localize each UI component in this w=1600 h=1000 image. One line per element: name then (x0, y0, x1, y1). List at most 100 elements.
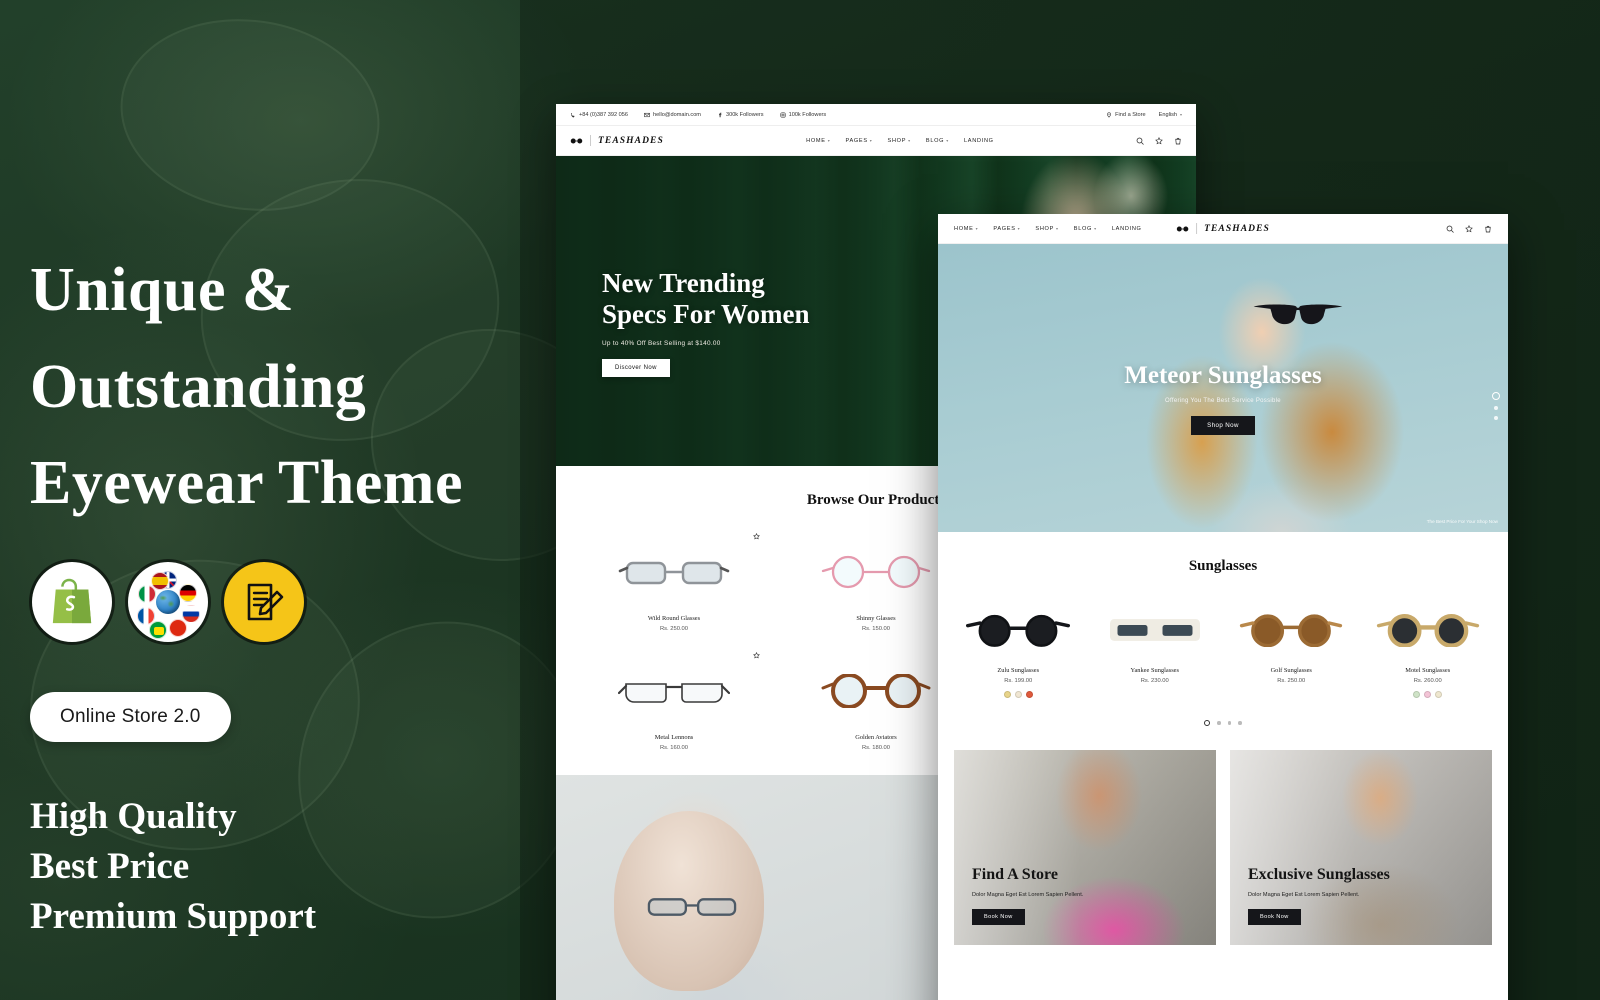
nav-item-pages[interactable]: PAGES ▾ (845, 138, 872, 144)
find-store-text: Find a Store (1115, 111, 1146, 118)
product-card[interactable]: Yankee Sunglasses Rs. 230.00 (1091, 601, 1220, 698)
language-text: English (1158, 111, 1177, 118)
front-nav-icons (1446, 224, 1492, 233)
promo-title: Exclusive Sunglasses (1248, 866, 1390, 883)
slider-dot-active[interactable] (1492, 392, 1500, 400)
carousel-dot[interactable] (1227, 721, 1232, 725)
flag-ru-icon (182, 605, 200, 623)
carousel-dot-active[interactable] (1204, 720, 1211, 726)
star-icon[interactable] (1465, 224, 1473, 233)
color-swatch[interactable] (1413, 691, 1421, 698)
product-image (584, 537, 764, 607)
multilanguage-badge (128, 562, 208, 642)
product-card[interactable]: Motel Sunglasses Rs. 260.00 (1364, 601, 1493, 698)
promo-content: Exclusive Sunglasses Dolor Magna Eget Es… (1248, 866, 1390, 925)
nav-label: HOME (806, 137, 826, 144)
glasses-logo-icon (570, 138, 583, 143)
color-swatch[interactable] (1003, 691, 1011, 698)
product-name: Wild Round Glasses (647, 615, 701, 622)
wishlist-star-icon[interactable] (753, 652, 760, 659)
nav-label: BLOG (925, 137, 945, 144)
instagram-followers[interactable]: 100k Followers (780, 112, 826, 118)
nav-item-blog[interactable]: BLOG ▾ (926, 138, 949, 144)
search-icon[interactable] (1136, 137, 1144, 145)
model-photo-left (556, 775, 939, 1000)
hero-slider-dots[interactable] (1492, 392, 1500, 420)
product-card[interactable]: Zulu Sunglasses Rs. 199.00 (954, 601, 1083, 698)
nav-item-home[interactable]: HOME ▾ (806, 138, 830, 144)
nav-item-shop[interactable]: SHOP ▾ (1035, 226, 1058, 232)
globe-icon (137, 571, 200, 639)
back-nav-icons (1136, 136, 1182, 145)
phone-info[interactable]: +84 (0)387 392 056 (570, 112, 628, 118)
front-navbar: HOME ▾ PAGES ▾ SHOP ▾ BLOG ▾ LANDING TEASHAD… (938, 214, 1508, 244)
promo-section: Find A Store Dolor Magna Eget Est Lorem … (938, 738, 1508, 963)
promo-title: Find A Store (972, 866, 1058, 883)
sunglasses-icon (966, 614, 1071, 647)
cart-icon[interactable] (1484, 225, 1492, 233)
wishlist-star-icon[interactable] (753, 533, 760, 540)
back-topbar-right: Find a Store English ▾ (1106, 112, 1182, 118)
nav-item-shop[interactable]: SHOP ▾ (888, 138, 911, 144)
color-swatch[interactable] (1435, 691, 1443, 698)
flag-es-icon (151, 572, 169, 590)
book-now-button[interactable]: Book Now (972, 909, 1025, 925)
back-hero-title-line1: New Trending (602, 268, 765, 298)
carousel-dot[interactable] (1217, 721, 1221, 725)
flag-de-icon (179, 584, 197, 602)
product-card[interactable]: Golf Sunglasses Rs. 250.00 (1227, 601, 1356, 698)
front-brand[interactable]: TEASHADES (1176, 223, 1270, 234)
nav-item-pages[interactable]: PAGES ▾ (993, 226, 1020, 232)
front-hero-title: Meteor Sunglasses (1124, 362, 1322, 389)
facebook-followers-text: 300k Followers (725, 111, 764, 118)
language-selector[interactable]: English ▾ (1159, 112, 1182, 118)
promo-content: Find A Store Dolor Magna Eget Est Lorem … (972, 866, 1083, 925)
back-brand-name: TEASHADES (598, 135, 664, 146)
color-swatch[interactable] (1424, 691, 1432, 698)
product-name: Zulu Sunglasses (997, 667, 1040, 674)
carousel-dots[interactable] (954, 720, 1492, 726)
shop-now-button[interactable]: Shop Now (1191, 416, 1255, 435)
promo-card-find-a-store[interactable]: Find A Store Dolor Magna Eget Est Lorem … (954, 750, 1216, 945)
book-now-button[interactable]: Book Now (1248, 909, 1301, 925)
color-swatch[interactable] (1014, 691, 1022, 698)
brand-divider (590, 135, 591, 146)
email-info[interactable]: hello@domain.com (644, 112, 701, 118)
nav-item-home[interactable]: HOME ▾ (954, 226, 978, 232)
cart-icon[interactable] (1174, 137, 1182, 145)
nav-item-landing[interactable]: LANDING (964, 138, 994, 144)
product-card[interactable]: Wild Round Glasses Rs. 250.00 (580, 531, 768, 642)
discover-now-button[interactable]: Discover Now (602, 358, 670, 377)
color-swatches[interactable] (1364, 691, 1493, 698)
location-pin-icon (1107, 111, 1112, 118)
carousel-dot[interactable] (1238, 721, 1242, 725)
nav-item-landing[interactable]: LANDING (1112, 226, 1142, 232)
feature-item: High Quality (30, 796, 237, 837)
front-site-preview[interactable]: HOME ▾ PAGES ▾ SHOP ▾ BLOG ▾ LANDING TEASHAD… (938, 214, 1508, 1000)
slider-dot[interactable] (1494, 416, 1498, 420)
facebook-followers[interactable]: 300k Followers (717, 112, 764, 118)
product-image (1364, 601, 1493, 659)
nav-item-blog[interactable]: BLOG ▾ (1074, 226, 1097, 232)
promo-card-exclusive-sunglasses[interactable]: Exclusive Sunglasses Dolor Magna Eget Es… (1230, 750, 1492, 945)
search-icon[interactable] (1446, 225, 1454, 233)
front-nav: HOME ▾ PAGES ▾ SHOP ▾ BLOG ▾ LANDING (954, 226, 1142, 232)
chevron-down-icon: ▾ (908, 138, 911, 143)
facebook-icon (718, 112, 722, 117)
product-price: Rs. 230.00 (1140, 678, 1169, 684)
find-store-link[interactable]: Find a Store (1106, 111, 1146, 118)
sunglasses-icon (1253, 304, 1343, 325)
color-swatch[interactable] (1025, 691, 1033, 698)
product-image (1227, 601, 1356, 659)
product-price: Rs. 199.00 (1004, 678, 1033, 684)
hero-caption: The Best Price For Your Shop Now (1426, 519, 1498, 524)
back-hero-title: New Trending Specs For Women (602, 268, 810, 331)
product-card[interactable]: Metal Lennons Rs. 160.00 (580, 650, 768, 761)
headline-line-3: Eyewear Theme (30, 449, 463, 518)
star-icon[interactable] (1155, 136, 1163, 145)
slider-dot[interactable] (1494, 406, 1498, 410)
front-hero-content: Meteor Sunglasses Offering You The Best … (938, 362, 1508, 435)
back-brand[interactable]: TEASHADES (570, 135, 664, 146)
promo-text: Dolor Magna Eget Est Lorem Sapien Pellen… (1248, 892, 1360, 898)
color-swatches[interactable] (954, 691, 1083, 698)
